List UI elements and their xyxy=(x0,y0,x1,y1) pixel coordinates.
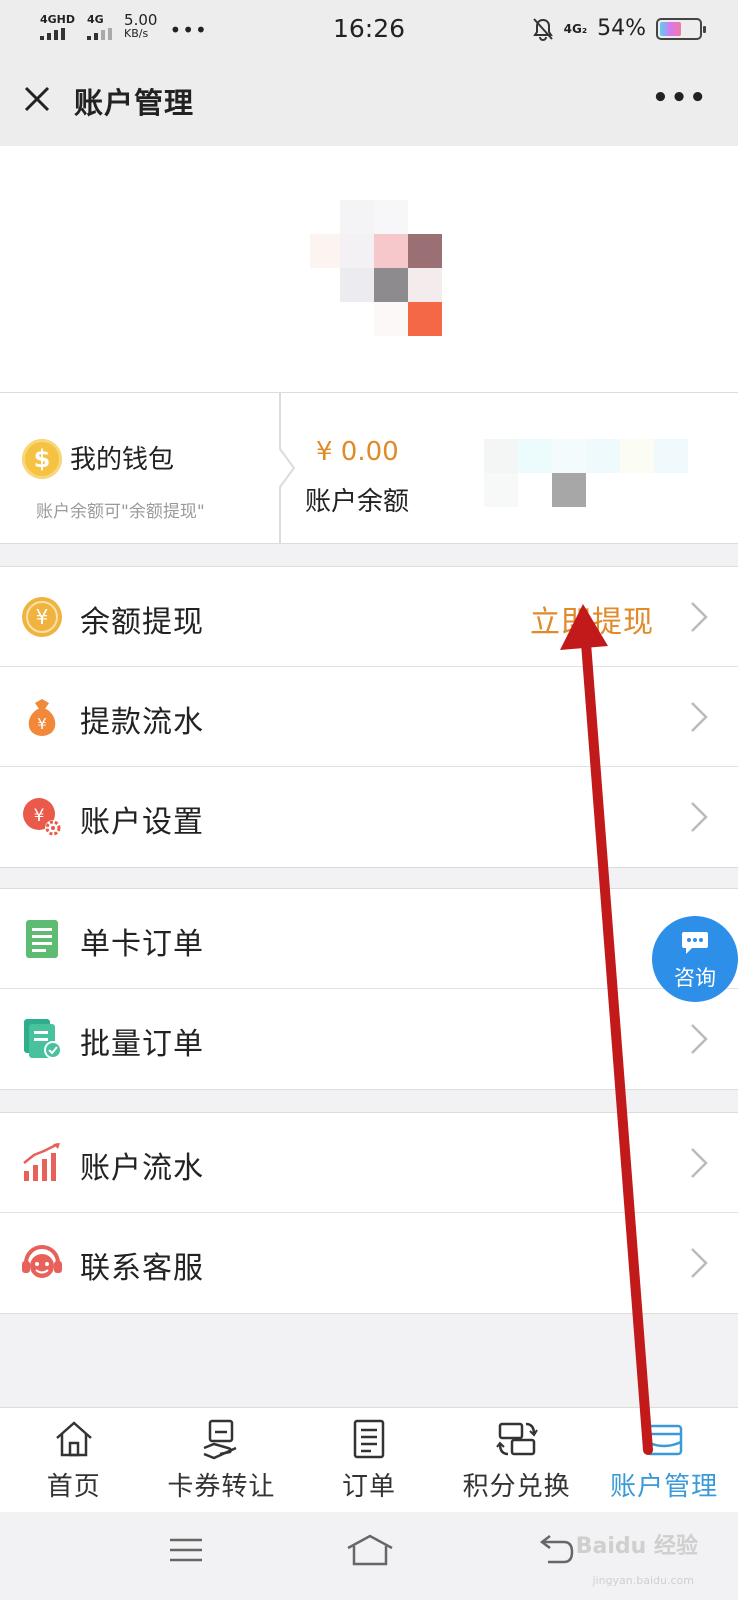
wallet-title: 我的钱包 xyxy=(70,445,175,475)
nav-header: 账户管理 ••• xyxy=(0,58,738,146)
document-icon xyxy=(26,920,58,958)
menu-row-withdraw[interactable]: ¥ 余额提现 立即提现 xyxy=(0,567,738,667)
more-options-icon[interactable]: ••• xyxy=(652,85,708,111)
menu-row-account-settings[interactable]: ¥ 账户设置 xyxy=(0,767,738,867)
svg-text:¥: ¥ xyxy=(34,806,45,826)
menu-group-finance: ¥ 余额提现 立即提现 ¥ 提款流水 ¥ 账户设置 xyxy=(0,566,738,868)
exchange-icon xyxy=(495,1422,538,1456)
menu-row-customer-service[interactable]: 联系客服 xyxy=(0,1213,738,1313)
chevron-right-icon xyxy=(691,602,708,632)
baidu-watermark-url: jingyan.baidu.com xyxy=(592,1574,694,1587)
yuan-gear-icon: ¥ xyxy=(23,798,61,836)
wallet-summary: $ 我的钱包 账户余额可"余额提现" xyxy=(0,393,280,543)
menu-row-label: 余额提现 xyxy=(80,605,204,640)
battery-icon xyxy=(656,17,706,40)
menu-row-account-flow[interactable]: 账户流水 xyxy=(0,1113,738,1213)
chevron-right-icon xyxy=(691,1248,708,1278)
tab-account-management[interactable]: 账户管理 xyxy=(590,1408,738,1512)
home-nav-icon[interactable] xyxy=(346,1532,394,1568)
svg-text:¥: ¥ xyxy=(36,605,49,629)
tab-label: 积分兑换 xyxy=(462,1472,571,1502)
wallet-divider xyxy=(279,393,296,543)
bottom-tab-bar: 首页 卡券转让 订单 积分兑换 账户管理 xyxy=(0,1407,738,1512)
battery-fill xyxy=(660,21,681,36)
menu-row-single-order[interactable]: 单卡订单 xyxy=(0,889,738,989)
close-icon[interactable] xyxy=(22,84,52,114)
chevron-right-icon xyxy=(691,1024,708,1054)
page-title: 账户管理 xyxy=(74,86,195,120)
chevron-right-icon xyxy=(691,702,708,732)
tab-points-exchange[interactable]: 积分兑换 xyxy=(443,1408,591,1512)
card-transfer-icon xyxy=(203,1419,237,1460)
dollar-coin-icon: $ xyxy=(22,439,62,479)
bar-chart-icon xyxy=(23,1142,60,1181)
network-type: 4G₂ xyxy=(563,21,588,36)
menu-row-batch-order[interactable]: 批量订单 xyxy=(0,989,738,1089)
consult-button[interactable]: 咨询 xyxy=(652,916,738,1002)
avatar[interactable] xyxy=(310,200,450,340)
baidu-watermark: Baidu 经验 xyxy=(575,1534,698,1559)
tab-orders[interactable]: 订单 xyxy=(295,1408,443,1512)
tab-label: 账户管理 xyxy=(610,1472,719,1502)
balance-label: 账户余额 xyxy=(305,487,410,517)
mute-bell-icon xyxy=(532,17,553,41)
tab-label: 卡券转让 xyxy=(167,1472,276,1502)
wallet-subtitle: 账户余额可"余额提现" xyxy=(36,502,205,522)
list-document-icon xyxy=(353,1419,385,1459)
status-right: 4G₂ 54% xyxy=(532,16,706,41)
svg-text:¥: ¥ xyxy=(37,715,47,733)
battery-percent: 54% xyxy=(597,16,646,41)
consult-label: 咨询 xyxy=(674,966,716,990)
menu-row-label: 批量订单 xyxy=(80,1027,204,1062)
tab-card-transfer[interactable]: 卡券转让 xyxy=(148,1408,296,1512)
chat-bubble-icon xyxy=(682,932,708,954)
status-bar: 4GHD 4G 5.00 KB/s ••• 16:26 4G₂ 54% xyxy=(0,0,738,58)
tab-home[interactable]: 首页 xyxy=(0,1408,148,1512)
system-nav-bar: Baidu 经验 jingyan.baidu.com xyxy=(0,1512,738,1600)
menu-row-label: 提款流水 xyxy=(80,705,204,740)
menu-group-account: 账户流水 联系客服 xyxy=(0,1112,738,1314)
money-bag-icon: ¥ xyxy=(28,699,56,736)
menu-row-label: 单卡订单 xyxy=(80,927,204,962)
withdraw-now-link[interactable]: 立即提现 xyxy=(530,597,654,641)
yuan-coin-icon: ¥ xyxy=(22,597,62,637)
menu-row-withdraw-history[interactable]: ¥ 提款流水 xyxy=(0,667,738,767)
back-icon[interactable] xyxy=(540,1532,576,1568)
menu-icon[interactable] xyxy=(168,1532,204,1568)
menu-row-label: 账户流水 xyxy=(80,1151,204,1186)
profile-section xyxy=(0,146,738,392)
wallet-icon xyxy=(645,1424,683,1456)
document-check-icon xyxy=(24,1019,62,1059)
wallet-card[interactable]: $ 我的钱包 账户余额可"余额提现" ¥ 0.00 账户余额 xyxy=(0,392,738,544)
tab-label: 首页 xyxy=(46,1472,101,1502)
customer-service-icon xyxy=(22,1245,62,1278)
menu-row-label: 账户设置 xyxy=(80,805,204,840)
balance-amount: ¥ 0.00 xyxy=(316,437,399,467)
menu-row-label: 联系客服 xyxy=(80,1251,204,1286)
menu-group-orders: 单卡订单 批量订单 xyxy=(0,888,738,1090)
chevron-right-icon xyxy=(691,802,708,832)
tab-label: 订单 xyxy=(341,1472,396,1502)
home-icon xyxy=(55,1421,92,1457)
chevron-right-icon xyxy=(691,1148,708,1178)
